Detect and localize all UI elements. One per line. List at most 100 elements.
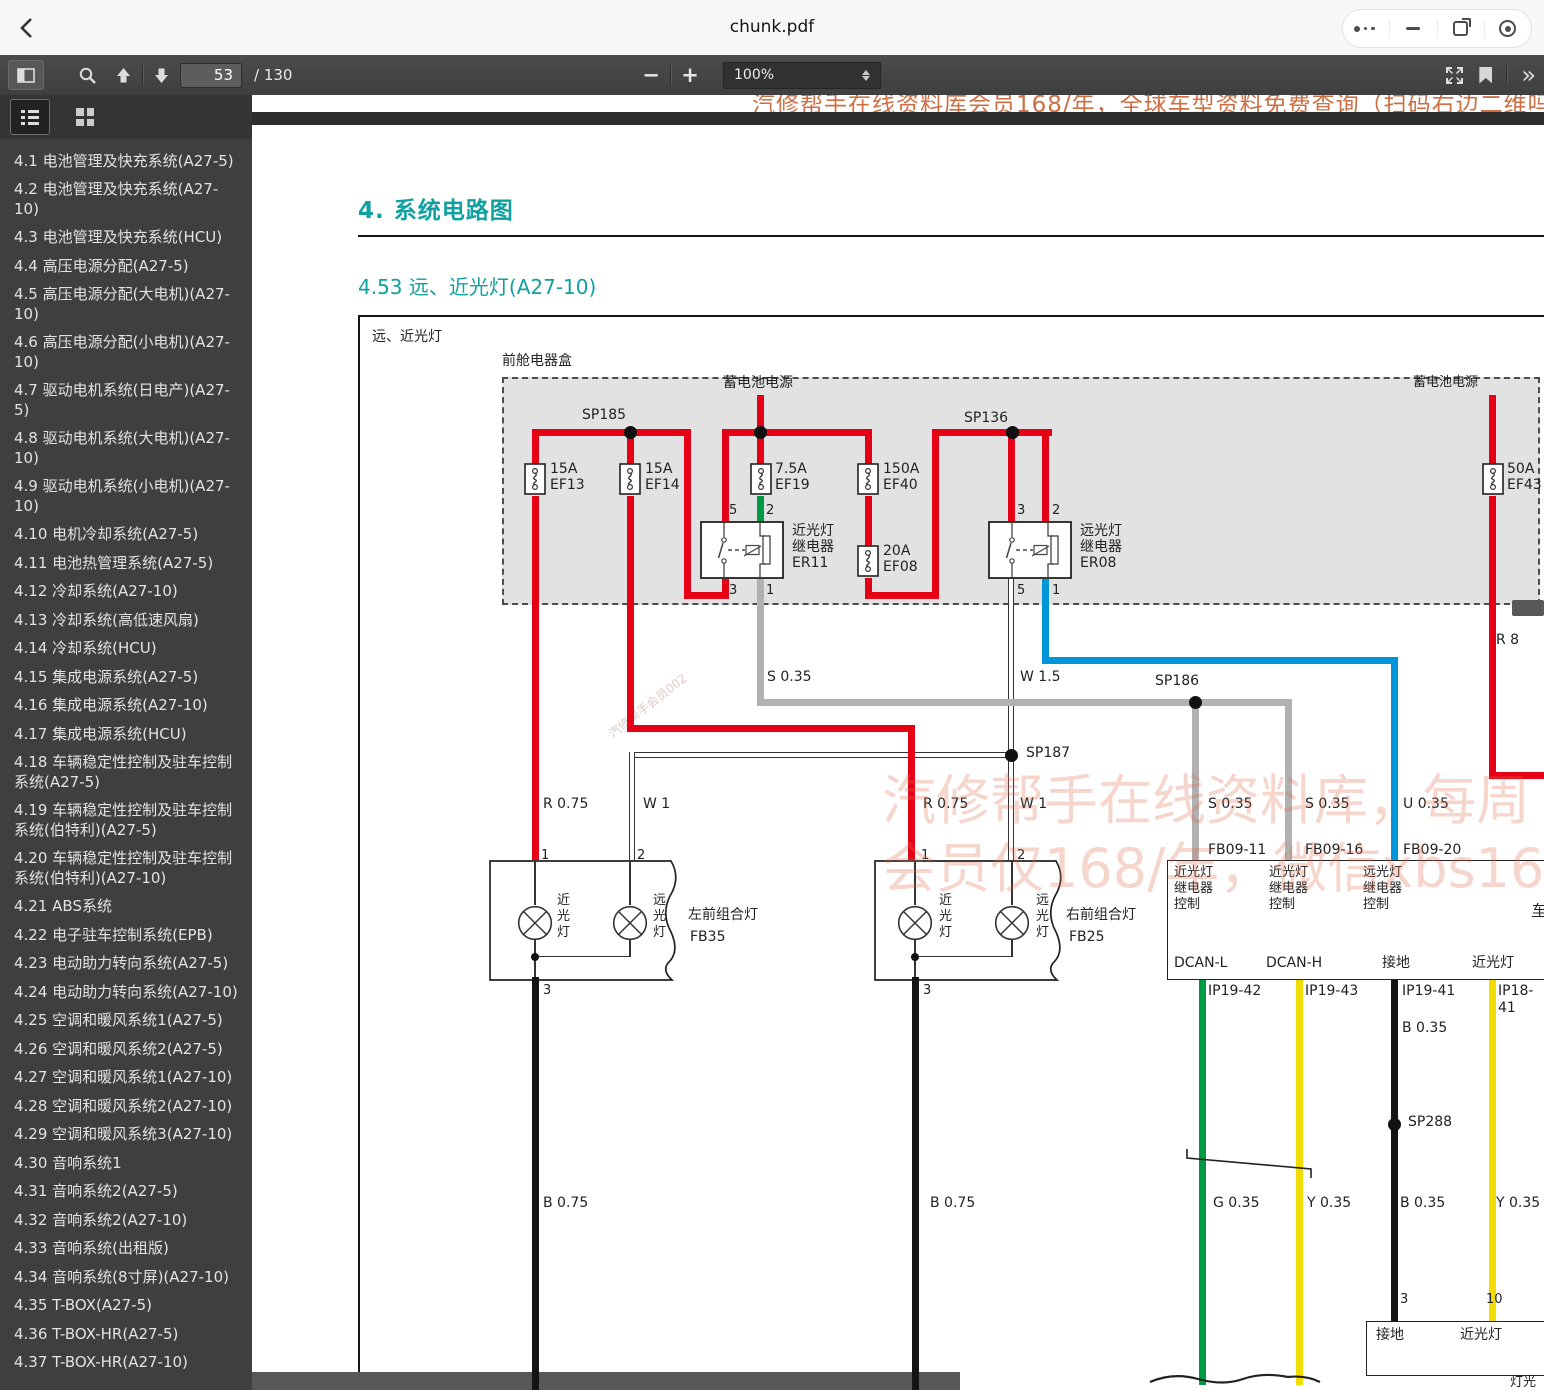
sidebar-item-29[interactable]: 4.29 空调和暖风系统3(A27-10) [10,1121,246,1150]
zoom-value: 100% [734,67,862,83]
vertical-scrollbar-thumb[interactable] [1512,600,1544,616]
sidebar-item-22[interactable]: 4.22 电子驻车控制系统(EPB) [10,921,246,950]
sidebar-item-34[interactable]: 4.34 音响系统(8寸屏)(A27-10) [10,1263,246,1292]
restore-window-icon[interactable] [1438,10,1484,47]
sidebar-item-23[interactable]: 4.23 电动助力转向系统(A27-5) [10,950,246,979]
previous-page-icon[interactable] [115,67,132,84]
sidebar-item-8[interactable]: 4.8 驱动电机系统(大电机)(A27-10) [10,425,246,473]
wire [1042,429,1049,521]
sidebar-item-16[interactable]: 4.16 集成电源系统(A27-10) [10,692,246,721]
zoom-select[interactable]: 100% [723,62,881,89]
close-capsule-icon[interactable] [1485,10,1531,47]
diagram-label: Y 0.35 [1307,1195,1351,1212]
sidebar-item-3[interactable]: 4.3 电池管理及快充系统(HCU) [10,224,246,253]
sidebar-item-32[interactable]: 4.32 音响系统2(A27-10) [10,1206,246,1235]
sidebar-item-6[interactable]: 4.6 高压电源分配(小电机)(A27-10) [10,329,246,377]
diagram-label: 5 [1017,583,1025,600]
sidebar-item-1[interactable]: 4.1 电池管理及快充系统(A27-5) [10,147,246,176]
wire [532,429,688,436]
next-page-icon[interactable] [153,67,170,84]
diagram-label: 前舱电器盒 [502,353,572,370]
sidebar-item-25[interactable]: 4.25 空调和暖风系统1(A27-5) [10,1007,246,1036]
wire [757,579,764,706]
more-tools-icon[interactable]: » [1521,63,1534,87]
diagram-label: 2 [637,848,645,865]
sidebar-item-5[interactable]: 4.5 高压电源分配(大电机)(A27-10) [10,281,246,329]
diagram-label: 左前组合灯 [688,907,758,924]
diagram-label: FB09-11 [1208,842,1266,859]
diagram-label: 20A EF08 [883,543,918,575]
diagram-label: R 0.75 [923,796,968,813]
diagram-label: 近 光 灯 [939,893,952,941]
sidebar-item-11[interactable]: 4.11 电池热管理系统(A27-5) [10,549,246,578]
sidebar-item-9[interactable]: 4.9 驱动电机系统(小电机)(A27-10) [10,473,246,521]
sidebar-item-24[interactable]: 4.24 电动助力转向系统(A27-10) [10,978,246,1007]
sidebar-item-2[interactable]: 4.2 电池管理及快充系统(A27-10) [10,176,246,224]
sidebar-item-17[interactable]: 4.17 集成电源系统(HCU) [10,720,246,749]
outline-view-button[interactable] [10,99,50,135]
sidebar-item-14[interactable]: 4.14 冷却系统(HCU) [10,635,246,664]
search-icon[interactable] [78,66,97,85]
thumbnails-view-button[interactable] [66,100,104,134]
sidebar-item-4[interactable]: 4.4 高压电源分配(A27-5) [10,252,246,281]
sidebar-item-30[interactable]: 4.30 音响系统1 [10,1149,246,1178]
sidebar-item-20[interactable]: 4.20 车辆稳定性控制及驻车控制系统(伯特利)(A27-10) [10,845,246,893]
junction-dot [1006,426,1019,439]
diagram-label: B 0.75 [930,1195,975,1212]
sidebar-item-37[interactable]: 4.37 T-BOX-HR(A27-10) [10,1349,246,1378]
sidebar-item-33[interactable]: 4.33 音响系统(出租版) [10,1235,246,1264]
sidebar-item-15[interactable]: 4.15 集成电源系统(A27-5) [10,663,246,692]
diagram-label: 近 光 灯 [557,893,570,941]
diagram-label: IP19-41 [1402,983,1455,1000]
sidebar-item-36[interactable]: 4.36 T-BOX-HR(A27-5) [10,1320,246,1349]
sidebar-item-12[interactable]: 4.12 冷却系统(A27-10) [10,578,246,607]
zoom-in-button[interactable]: + [679,63,701,87]
sidebar-item-21[interactable]: 4.21 ABS系统 [10,893,246,922]
horizontal-scrollbar-thumb[interactable] [252,1372,960,1390]
sidebar-item-19[interactable]: 4.19 车辆稳定性控制及驻车控制系统(伯特利)(A27-5) [10,797,246,845]
wire [1042,657,1398,664]
diagram-label: 远光灯 继电器 控制 [1363,865,1402,913]
sidebar-item-26[interactable]: 4.26 空调和暖风系统2(A27-5) [10,1035,246,1064]
diagram-label: R 0.75 [543,796,588,813]
sidebar-item-7[interactable]: 4.7 驱动电机系统(日电产)(A27-5) [10,377,246,425]
sidebar-item-31[interactable]: 4.31 音响系统2(A27-5) [10,1178,246,1207]
sidebar-item-18[interactable]: 4.18 车辆稳定性控制及驻车控制系统(A27-5) [10,749,246,797]
diagram-label: G 0.35 [1213,1195,1259,1212]
fuse-icon [750,463,772,499]
lamp-lead [629,860,631,905]
diagram-label: 远、近光灯 [372,329,442,346]
wire [865,496,872,546]
white-wire [1008,579,1014,860]
sidebar-item-35[interactable]: 4.35 T-BOX(A27-5) [10,1292,246,1321]
sidebar-item-28[interactable]: 4.28 空调和暖风系统2(A27-10) [10,1092,246,1121]
sidebar-item-27[interactable]: 4.27 空调和暖风系统1(A27-10) [10,1064,246,1093]
section-heading: 4. 系统电路图 [358,191,514,225]
diagram-label: FB09-16 [1305,842,1363,859]
zoom-out-button[interactable]: − [640,63,662,87]
wire [912,977,919,1390]
diagram-label: SP136 [964,410,1008,427]
toggle-sidebar-button[interactable] [8,60,44,90]
sidebar-item-13[interactable]: 4.13 冷却系统(高低速风扇) [10,606,246,635]
bookmark-icon[interactable] [1479,67,1492,84]
diagram-label: 近光灯 继电器 ER11 [792,523,834,571]
junction-dot [1388,1118,1401,1131]
wire [1192,699,1199,860]
diagram-label: 近光灯 [1472,955,1514,972]
lamp-lead [1011,860,1013,905]
fullscreen-icon[interactable] [1444,65,1465,86]
diagram-label: SP288 [1408,1114,1452,1131]
page-number-input[interactable] [180,63,242,88]
wire [1391,657,1398,860]
minimize-icon[interactable] [1390,10,1436,47]
outline-list: 4.1 电池管理及快充系统(A27-5)4.2 电池管理及快充系统(A27-10… [0,139,252,1377]
diagram-label: 2 [1017,848,1025,865]
more-options-icon[interactable] [1343,10,1389,47]
sidebar-item-10[interactable]: 4.10 电机冷却系统(A27-5) [10,521,246,550]
diagram-label: 远 光 灯 [1036,893,1049,941]
diagram-label: S 0.35 [1208,796,1253,813]
pdf-viewer-app: { "titlebar": { "title": "chunk.pdf" }, … [0,0,1544,1390]
diagram-label: 15A EF13 [550,461,585,493]
previous-page-bottom-sliver: 汽修帮手在线资料库会员168/年，全球车型资料免费查询（扫码右边二维吗 [252,95,1544,112]
